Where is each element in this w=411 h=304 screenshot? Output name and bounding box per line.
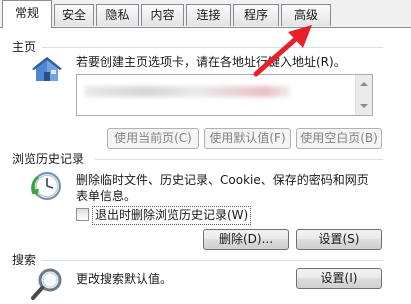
homepage-section-title: 主页 (12, 40, 37, 54)
search-description: 更改搜索默认值。 (76, 272, 173, 286)
house-icon (30, 54, 64, 84)
tab-connections[interactable]: 连接 (186, 4, 231, 26)
history-clock-icon (30, 168, 64, 202)
history-settings-button[interactable]: 设置(S) (296, 229, 382, 250)
tab-strip: 常规 安全 隐私 内容 连接 程序 高级 (0, 0, 411, 28)
tab-content[interactable]: 内容 (141, 4, 184, 26)
homepage-description: 若要创建主页选项卡，请在各地址行键入地址(R)。 (76, 55, 346, 69)
tab-security[interactable]: 安全 (54, 4, 94, 26)
homepage-address-textarea[interactable] (76, 74, 373, 116)
homepage-divider (42, 47, 383, 48)
use-current-page-button[interactable]: 使用当前页(C) (107, 128, 199, 149)
homepage-textarea-scrollbar[interactable] (355, 75, 372, 115)
use-blank-page-button[interactable]: 使用空白页(B) (296, 128, 382, 149)
history-description-line2: 表单信息。 (76, 189, 137, 203)
use-default-button[interactable]: 使用默认值(F) (204, 128, 291, 149)
delete-history-on-exit-checkbox[interactable] (76, 208, 89, 221)
history-description-line1: 删除临时文件、历史记录、Cookie、保存的密码和网页 (76, 173, 369, 187)
homepage-url-text (85, 86, 290, 97)
search-settings-button[interactable]: 设置(I) (296, 268, 382, 289)
history-section-title: 浏览历史记录 (12, 152, 85, 166)
tab-general[interactable]: 常规 (2, 0, 52, 28)
red-arrow-icon (250, 20, 320, 80)
history-divider (95, 159, 383, 160)
tab-privacy[interactable]: 隐私 (96, 4, 139, 26)
delete-history-button[interactable]: 删除(D)... (203, 229, 289, 250)
search-divider (42, 260, 383, 261)
search-section-title: 搜索 (12, 253, 37, 267)
scroll-up-arrow-icon[interactable] (360, 82, 368, 86)
magnifier-icon (30, 266, 66, 302)
scroll-down-arrow-icon[interactable] (360, 104, 368, 108)
delete-history-on-exit-label[interactable]: 退出时删除浏览历史记录(W) (92, 206, 252, 225)
